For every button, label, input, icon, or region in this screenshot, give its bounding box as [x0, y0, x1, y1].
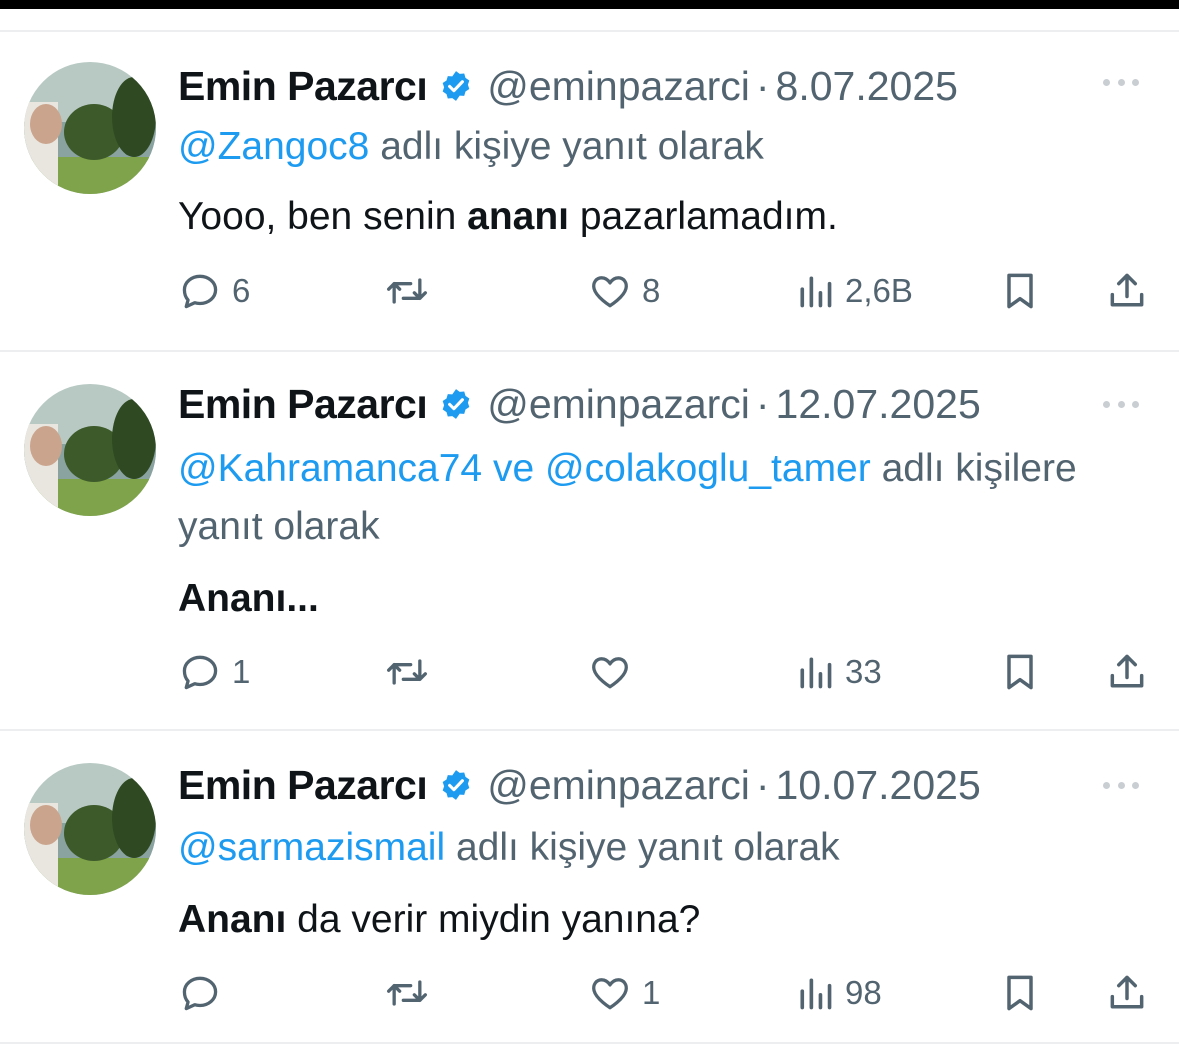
mention-link[interactable]: @colakoglu_tamer — [545, 447, 871, 490]
views-button[interactable]: 33 — [795, 650, 882, 694]
tweet-text-bold: Ananı... — [178, 577, 319, 620]
reply-count: 6 — [232, 272, 251, 309]
view-count: 2,6B — [845, 272, 913, 309]
retweet-button[interactable] — [383, 269, 441, 313]
reply-suffix: adlı kişiye yanıt olarak — [445, 826, 840, 869]
retweet-icon — [387, 980, 427, 1006]
reply-icon — [182, 655, 218, 690]
like-count: 8 — [642, 272, 661, 309]
author-handle[interactable]: @eminpazarci — [487, 761, 750, 809]
share-icon — [1110, 654, 1144, 688]
like-icon — [592, 978, 628, 1010]
tweet-text-part: pazarlamadım. — [569, 195, 838, 238]
tweet-text-bold: Ananı — [178, 898, 287, 941]
tweet-header: Emin Pazarcı @eminpazarci · 12.07.2025 — [178, 380, 981, 428]
reply-count: 1 — [232, 653, 251, 690]
bookmark-icon — [1007, 654, 1033, 690]
action-bar: 1 33 — [0, 650, 1179, 694]
like-button[interactable]: 8 — [588, 269, 660, 313]
tweet-date[interactable]: 8.07.2025 — [776, 62, 958, 110]
separator-dot: · — [755, 762, 770, 808]
share-button[interactable] — [1105, 269, 1149, 313]
author-name[interactable]: Emin Pazarcı — [178, 380, 428, 428]
author-handle[interactable]: @eminpazarci — [487, 380, 750, 428]
reply-context: @sarmazismail adlı kişiye yanıt olarak — [178, 819, 1138, 877]
author-name[interactable]: Emin Pazarcı — [178, 62, 428, 110]
like-button[interactable] — [588, 650, 642, 694]
separator-dot: · — [755, 63, 770, 109]
tweet-2[interactable]: Emin Pazarcı @eminpazarci · 12.07.2025 @… — [0, 352, 1179, 728]
bookmark-button[interactable] — [998, 269, 1042, 313]
like-icon — [592, 276, 628, 308]
view-count: 98 — [845, 974, 882, 1011]
tweet-date[interactable]: 10.07.2025 — [776, 761, 981, 809]
reply-conjunction: ve — [482, 447, 545, 490]
views-button[interactable]: 2,6B — [795, 269, 913, 313]
verified-badge-icon — [442, 71, 470, 101]
bookmark-icon — [1007, 975, 1033, 1011]
more-icon[interactable] — [1103, 779, 1139, 791]
tweet-text: Ananı... — [178, 574, 319, 624]
verified-badge-icon — [442, 770, 470, 800]
like-count: 1 — [642, 974, 661, 1011]
more-icon[interactable] — [1103, 398, 1139, 410]
reply-button[interactable] — [178, 971, 232, 1015]
share-icon — [1110, 273, 1144, 307]
reply-icon — [182, 976, 218, 1011]
bookmark-button[interactable] — [998, 971, 1042, 1015]
retweet-icon — [387, 659, 427, 685]
more-icon[interactable] — [1103, 76, 1139, 88]
like-button[interactable]: 1 — [588, 971, 660, 1015]
reply-button[interactable]: 1 — [178, 650, 250, 694]
like-icon — [592, 657, 628, 689]
author-handle[interactable]: @eminpazarci — [487, 62, 750, 110]
action-bar: 6 8 2,6B — [0, 269, 1179, 313]
retweet-icon — [387, 278, 427, 304]
share-button[interactable] — [1105, 650, 1149, 694]
mention-link[interactable]: @Kahramanca74 — [178, 447, 482, 490]
top-black-bar — [0, 0, 1179, 9]
mention-link[interactable]: @sarmazismail — [178, 826, 445, 869]
share-icon — [1110, 975, 1144, 1009]
reply-context: @Zangoc8 adlı kişiye yanıt olarak — [178, 118, 1138, 176]
tweet-text-part: da verir miydin yanına? — [286, 898, 701, 941]
view-count: 33 — [845, 653, 882, 690]
tweet-header: Emin Pazarcı @eminpazarci · 8.07.2025 — [178, 62, 958, 110]
tweet-date[interactable]: 12.07.2025 — [776, 380, 981, 428]
tweet-1[interactable]: Emin Pazarcı @eminpazarci · 8.07.2025 @Z… — [0, 32, 1179, 350]
views-icon — [800, 978, 832, 1010]
views-icon — [800, 657, 832, 689]
tweet-text: Yooo, ben senin ananı pazarlamadım. — [178, 192, 838, 242]
reply-suffix: adlı kişiye yanıt olarak — [369, 125, 764, 168]
action-bar: 1 98 — [0, 971, 1179, 1015]
separator-dot: · — [755, 381, 770, 427]
author-name[interactable]: Emin Pazarcı — [178, 761, 428, 809]
bookmark-button[interactable] — [998, 650, 1042, 694]
tweet-header: Emin Pazarcı @eminpazarci · 10.07.2025 — [178, 761, 981, 809]
reply-button[interactable]: 6 — [178, 269, 250, 313]
avatar[interactable] — [24, 763, 156, 895]
tweet-text-part: Yooo, ben senin — [178, 195, 468, 238]
share-button[interactable] — [1105, 971, 1149, 1015]
mention-link[interactable]: @Zangoc8 — [178, 125, 369, 168]
reply-context: @Kahramanca74 ve @colakoglu_tamer adlı k… — [178, 440, 1138, 556]
views-icon — [800, 276, 832, 308]
verified-badge-icon — [442, 389, 470, 419]
avatar[interactable] — [24, 384, 156, 516]
retweet-button[interactable] — [383, 971, 441, 1015]
reply-icon — [182, 274, 218, 309]
tweet-text: Ananı da verir miydin yanına? — [178, 895, 700, 945]
retweet-button[interactable] — [383, 650, 441, 694]
tweet-3[interactable]: Emin Pazarcı @eminpazarci · 10.07.2025 @… — [0, 731, 1179, 1044]
avatar[interactable] — [24, 62, 156, 194]
bookmark-icon — [1007, 273, 1033, 309]
views-button[interactable]: 98 — [795, 971, 882, 1015]
tweet-text-bold: ananı — [467, 195, 570, 238]
